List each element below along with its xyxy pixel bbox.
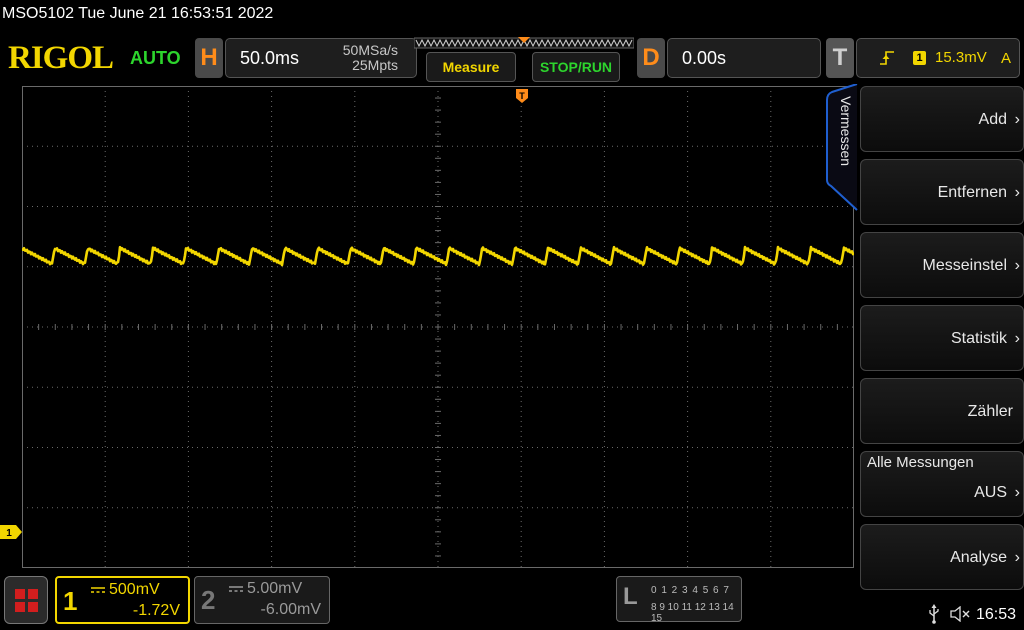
statistics-button[interactable]: Statistik › <box>860 305 1024 371</box>
chevron-right-icon: › <box>1014 330 1020 347</box>
delay-letter[interactable]: D <box>637 38 665 78</box>
speaker-muted-icon[interactable] <box>950 606 972 622</box>
statistics-label: Statistik <box>950 330 1007 347</box>
channel-1-offset: -1.72V <box>132 602 180 619</box>
top-status-bar: RIGOL AUTO H 50.0ms 50MSa/s 25Mpts Measu… <box>0 34 1024 84</box>
channel-1-marker-label: 1 <box>6 528 12 539</box>
add-label: Add <box>978 111 1007 128</box>
waveform-grid[interactable]: T <box>22 86 854 568</box>
horizontal-timebase-box[interactable]: 50.0ms 50MSa/s 25Mpts <box>225 38 417 78</box>
analysis-label: Analyse <box>950 549 1007 566</box>
measure-settings-label: Messeinstel <box>922 257 1007 274</box>
remove-label: Entfernen <box>937 184 1007 201</box>
memory-depth: 25Mpts <box>352 57 398 73</box>
trigger-marker-label: T <box>519 91 525 101</box>
dc-coupling-icon <box>91 587 105 593</box>
dc-coupling-icon <box>229 586 243 592</box>
rigol-logo: RIGOL <box>8 40 114 76</box>
sample-rate-info: 50MSa/s 25Mpts <box>343 43 398 73</box>
counter-label: Zähler <box>967 403 1013 420</box>
trigger-letter[interactable]: T <box>826 38 854 78</box>
delay-box[interactable]: 0.00s <box>667 38 821 78</box>
trigger-level: 15.3mV <box>935 49 987 66</box>
horizontal-letter[interactable]: H <box>195 38 223 78</box>
channel-1-box[interactable]: 1 500mV -1.72V <box>55 576 190 624</box>
logic-channels-0-7: 0 1 2 3 4 5 6 7 <box>651 585 730 596</box>
main-menu-button[interactable] <box>4 576 48 624</box>
all-measurements-button[interactable]: Alle Messungen AUS › <box>860 451 1024 517</box>
title-bar: MSO5102 Tue June 21 16:53:51 2022 <box>0 0 1024 34</box>
measure-settings-button[interactable]: Messeinstel › <box>860 232 1024 298</box>
bottom-status-bar: 1 500mV -1.72V 2 5.00mV -6.00mV L 0 1 2 … <box>0 572 1024 630</box>
device-datetime: MSO5102 Tue June 21 16:53:51 2022 <box>2 5 274 22</box>
add-button[interactable]: Add › <box>860 86 1024 152</box>
chevron-right-icon: › <box>1014 111 1020 128</box>
chevron-right-icon: › <box>1014 484 1020 501</box>
side-menu-title: Vermessen <box>838 96 854 167</box>
channel-2-number: 2 <box>201 585 216 615</box>
channel-2-offset: -6.00mV <box>260 601 321 618</box>
measure-button[interactable]: Measure <box>426 52 516 82</box>
sample-rate: 50MSa/s <box>342 42 398 58</box>
chevron-right-icon: › <box>1014 549 1020 566</box>
stop-run-button[interactable]: STOP/RUN <box>532 52 620 82</box>
channel-1-number: 1 <box>63 586 78 616</box>
trigger-position-track <box>414 37 634 49</box>
trigger-mode: A <box>1001 50 1012 67</box>
trigger-box[interactable]: 1 15.3mV A <box>856 38 1020 78</box>
remove-button[interactable]: Entfernen › <box>860 159 1024 225</box>
grid-menu-icon <box>15 589 38 612</box>
logic-analyzer-box[interactable]: L 0 1 2 3 4 5 6 7 8 9 10 11 12 13 14 15 <box>616 576 742 624</box>
run-status[interactable]: AUTO <box>130 48 181 69</box>
logic-analyzer-letter: L <box>623 583 638 610</box>
trigger-source-badge: 1 <box>913 51 926 65</box>
rising-edge-icon <box>880 51 894 65</box>
measure-side-menu: Add › Entfernen › Messeinstel › Statisti… <box>854 84 1024 592</box>
channel-2-scale: 5.00mV <box>247 580 303 597</box>
channel-2-box[interactable]: 2 5.00mV -6.00mV <box>194 576 330 624</box>
channel-1-scale: 500mV <box>109 581 160 598</box>
all-measurements-value: AUS <box>974 484 1007 501</box>
chevron-right-icon: › <box>1014 257 1020 274</box>
logic-channels-8-15: 8 9 10 11 12 13 14 15 <box>651 602 734 624</box>
timebase-value: 50.0ms <box>240 48 300 68</box>
channel-1-ground-marker[interactable]: 1 <box>0 525 22 539</box>
delay-value: 0.00s <box>682 48 727 68</box>
status-clock: 16:53 <box>976 606 1017 623</box>
usb-icon <box>929 604 939 624</box>
all-measurements-title: Alle Messungen <box>867 454 974 471</box>
chevron-right-icon: › <box>1014 184 1020 201</box>
counter-button[interactable]: Zähler <box>860 378 1024 444</box>
